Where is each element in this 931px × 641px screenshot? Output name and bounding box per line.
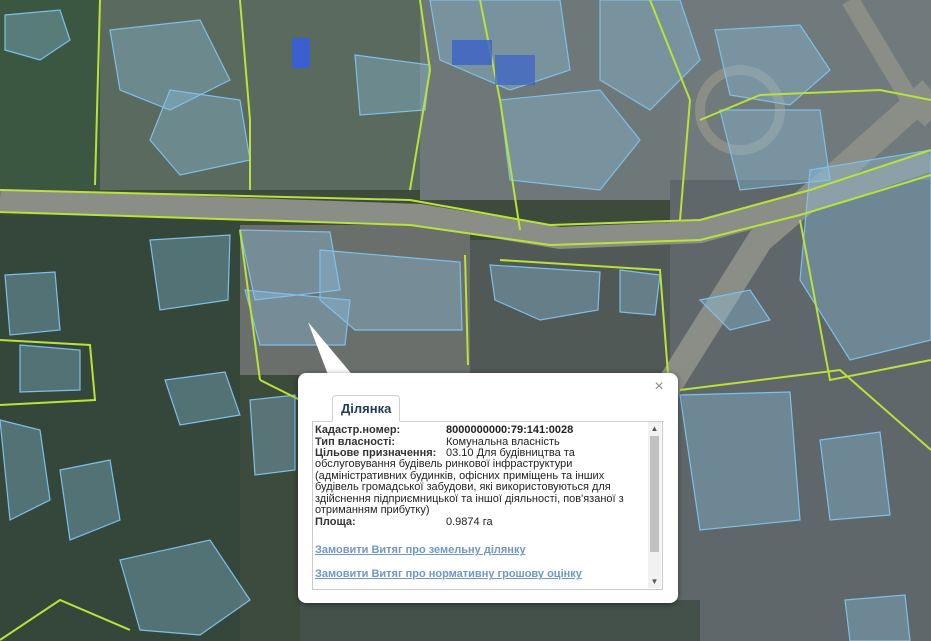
tab-bar: Ділянка [312,394,664,422]
cadastral-number-row: Кадастр.номер: 8000000000:79:141:0028 [315,424,645,436]
area-label: Площа: [315,516,356,529]
purpose-block: Цільове призначення: 03.10 Для будівництв… [315,447,645,516]
order-parcel-extract-link[interactable]: Замовити Витяг про земельну ділянку [315,544,645,556]
cadastral-number-label: Кадастр.номер: [315,424,401,436]
tab-parcel[interactable]: Ділянка [332,395,401,422]
order-valuation-extract-link[interactable]: Замовити Витяг про нормативну грошову оц… [315,568,645,580]
parcel-info-popup: × Ділянка Кадастр.номер: 8000000000:79:1… [298,373,678,603]
parcel-details-panel: Кадастр.номер: 8000000000:79:141:0028 Ти… [312,421,663,590]
details-scroll-area[interactable]: Кадастр.номер: 8000000000:79:141:0028 Ти… [315,424,645,586]
cadastral-number-value: 8000000000:79:141:0028 [446,424,574,436]
area-row: Площа: 0.9874 га [315,516,645,528]
area-value: 0.9874 га [446,516,493,529]
vertical-scrollbar[interactable]: ▲ ▼ [648,422,661,588]
scroll-down-icon[interactable]: ▼ [648,575,661,588]
close-icon[interactable]: × [651,379,667,395]
scroll-up-icon[interactable]: ▲ [648,422,661,435]
scroll-thumb[interactable] [650,436,659,552]
